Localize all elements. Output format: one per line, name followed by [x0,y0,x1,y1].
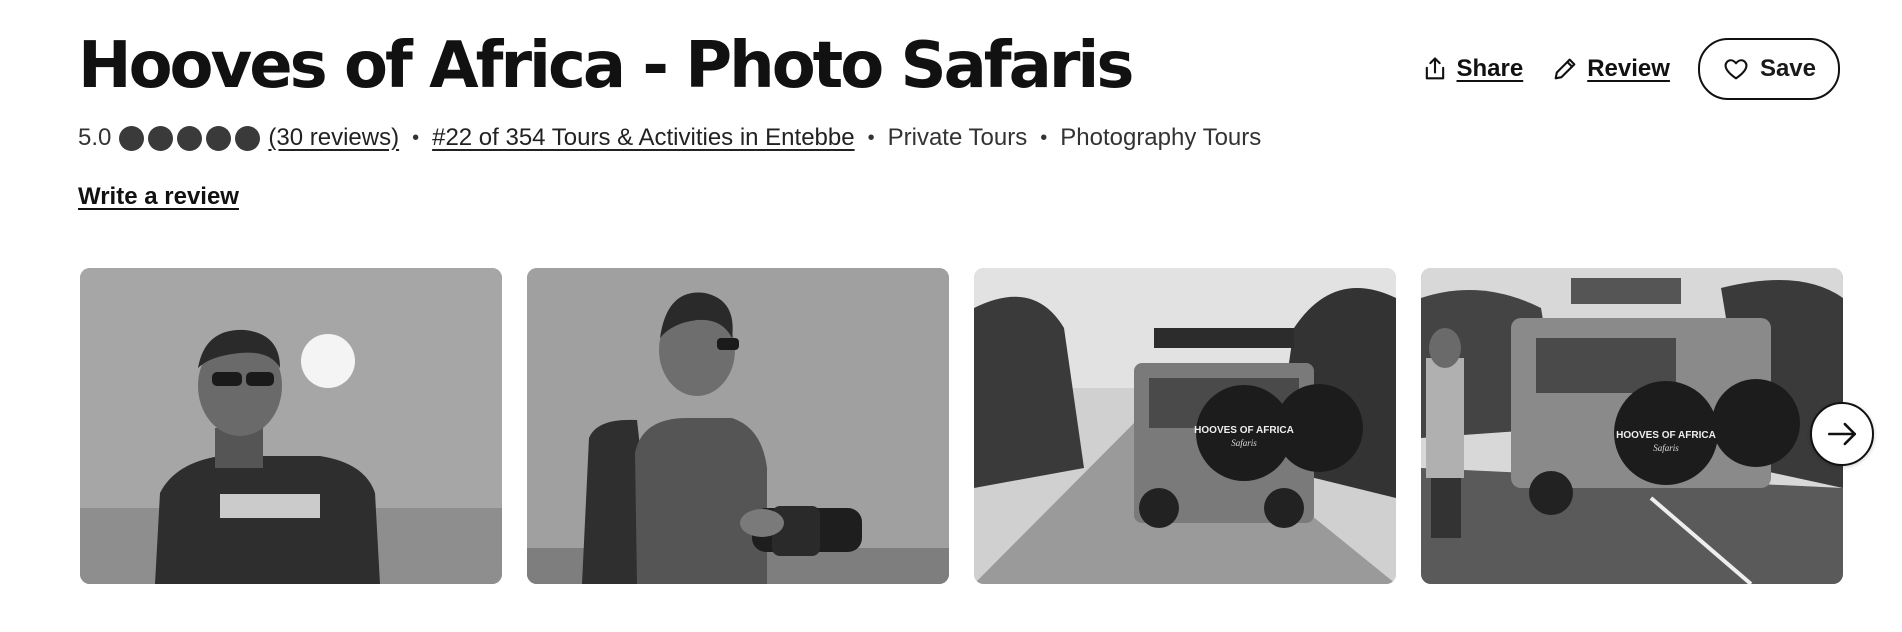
photo-safari-vehicle-roadside-image: HOOVES OF AFRICA Safaris [1421,268,1843,584]
gallery-photo-1[interactable] [80,268,502,584]
write-review-link[interactable]: Write a review [78,183,239,211]
separator: • [1040,126,1048,149]
save-label: Save [1759,55,1816,82]
page-title: Hooves of Africa - Photo Safaris [78,29,1134,103]
meta-row: 5.0 (30 reviews) • #22 of 354 Tours & Ac… [78,120,1261,156]
wheel-cover-title-1: HOOVES OF AFRICA [1194,425,1294,436]
gallery-photo-3[interactable]: HOOVES OF AFRICA Safaris [974,268,1396,584]
reviews-link[interactable]: (30 reviews) [268,124,399,152]
review-button[interactable]: Review [1551,55,1670,83]
category-photography-tours: Photography Tours [1060,124,1262,151]
heart-icon [1724,59,1748,80]
review-label: Review [1587,55,1670,82]
header-actions: Share Review Save [1421,38,1840,100]
photo-safari-vehicle-image: HOOVES OF AFRICA Safaris [974,268,1396,584]
separator: • [867,126,875,149]
rating-bubble-icon [177,125,203,151]
gallery-next-button[interactable] [1810,402,1874,466]
rating-bubble-icon [206,125,232,151]
share-button[interactable]: Share [1421,55,1524,83]
share-label: Share [1456,55,1524,82]
photo-man-sunset-image [80,268,502,584]
wheel-cover-subtitle-2: Safaris [1653,443,1679,453]
rating-bubble-icon [148,125,174,151]
gallery-photo-4[interactable]: HOOVES OF AFRICA Safaris [1421,268,1843,584]
arrow-right-icon [1827,422,1857,446]
category-private-tours: Private Tours [887,124,1028,151]
gallery-photo-2[interactable] [527,268,949,584]
wheel-cover-title-2: HOOVES OF AFRICA [1616,430,1716,441]
share-icon [1425,57,1444,80]
separator: • [412,126,420,149]
wheel-cover-subtitle-1: Safaris [1231,438,1257,448]
rating-bubble-icon [119,125,145,151]
rating-bubbles [119,125,261,151]
pencil-icon [1554,58,1576,80]
save-button[interactable]: Save [1697,38,1840,100]
ranking-link[interactable]: #22 of 354 Tours & Activities in Entebbe [432,124,855,152]
rating-bubble-icon [235,125,261,151]
rating-value: 5.0 [78,124,112,151]
photo-man-camera-image [527,268,949,584]
